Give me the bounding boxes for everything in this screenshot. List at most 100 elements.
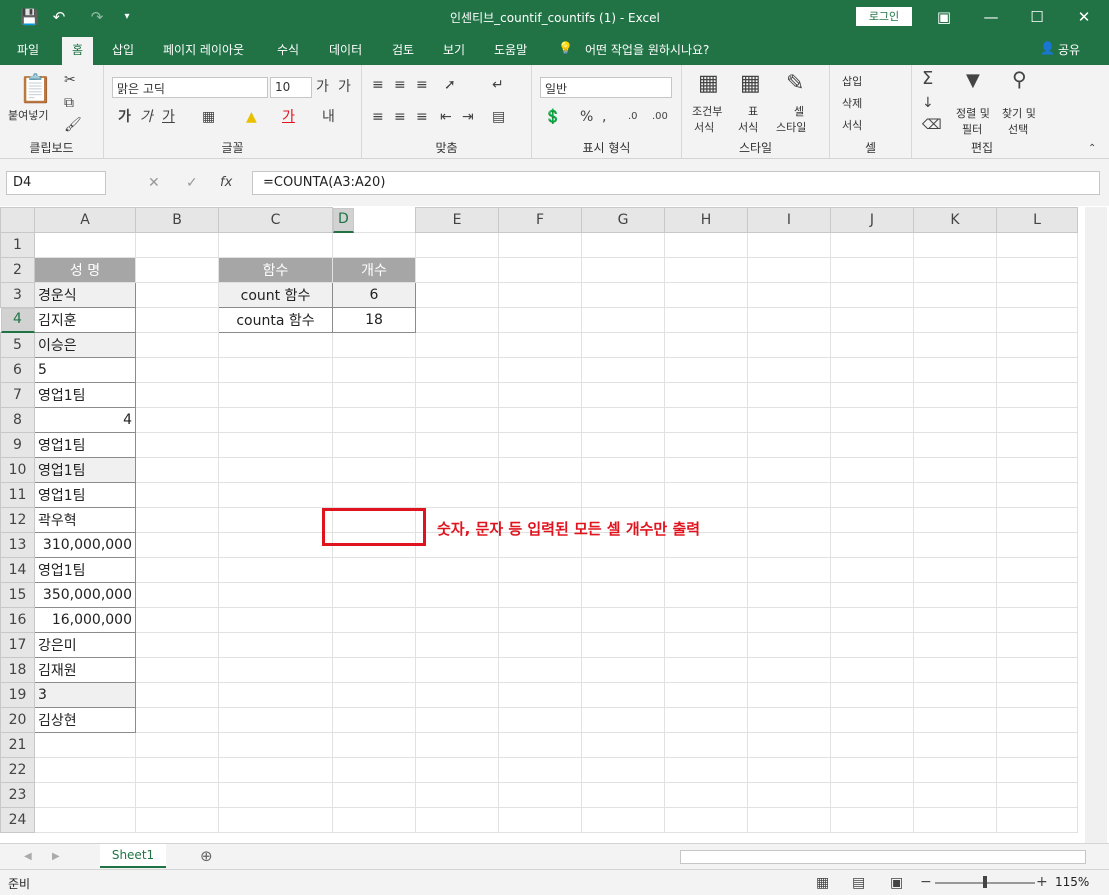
- row-header[interactable]: 16: [0, 607, 35, 633]
- cancel-icon[interactable]: ✕: [148, 175, 160, 191]
- cell[interactable]: [747, 282, 831, 308]
- cell[interactable]: [996, 607, 1078, 633]
- cell[interactable]: [135, 382, 219, 408]
- conditional-format-icon[interactable]: ▦: [698, 71, 719, 97]
- row-header[interactable]: 11: [0, 482, 35, 508]
- row-header[interactable]: 7: [0, 382, 35, 408]
- cell[interactable]: [830, 707, 914, 733]
- cell[interactable]: [218, 482, 333, 508]
- scroll-left-icon[interactable]: ◀: [24, 849, 32, 865]
- cell[interactable]: [747, 357, 831, 383]
- cell[interactable]: [913, 582, 997, 608]
- cell[interactable]: [34, 232, 136, 258]
- cell[interactable]: [996, 382, 1078, 408]
- cell[interactable]: [498, 232, 582, 258]
- cell[interactable]: [664, 607, 748, 633]
- cell[interactable]: [135, 557, 219, 583]
- formula-input[interactable]: =COUNTA(A3:A20): [252, 171, 1100, 195]
- cell[interactable]: [996, 807, 1078, 833]
- cell[interactable]: [830, 382, 914, 408]
- cell[interactable]: [664, 657, 748, 683]
- cell[interactable]: [581, 457, 665, 483]
- cell[interactable]: [996, 507, 1078, 533]
- cell[interactable]: [415, 432, 499, 458]
- cell[interactable]: [664, 457, 748, 483]
- cell[interactable]: [664, 482, 748, 508]
- cell[interactable]: [218, 607, 333, 633]
- cell[interactable]: [218, 807, 333, 833]
- cell[interactable]: [135, 407, 219, 433]
- redo-icon[interactable]: ↷: [88, 8, 106, 26]
- cell[interactable]: [747, 632, 831, 658]
- cell[interactable]: [747, 432, 831, 458]
- cell[interactable]: 18: [332, 307, 416, 333]
- name-box[interactable]: D4: [6, 171, 106, 195]
- cell[interactable]: 4: [34, 407, 136, 433]
- currency-icon[interactable]: 💲: [544, 109, 561, 125]
- cell[interactable]: [415, 457, 499, 483]
- collapse-ribbon-icon[interactable]: ⌃: [1088, 141, 1096, 157]
- cell[interactable]: 3: [34, 682, 136, 708]
- row-header[interactable]: 24: [0, 807, 35, 833]
- cell[interactable]: [498, 757, 582, 783]
- find-select-icon[interactable]: ⚲: [1012, 69, 1027, 89]
- cell[interactable]: [581, 407, 665, 433]
- cell[interactable]: [664, 432, 748, 458]
- cell[interactable]: [135, 482, 219, 508]
- cell[interactable]: [218, 432, 333, 458]
- cell[interactable]: [913, 682, 997, 708]
- cell[interactable]: [218, 632, 333, 658]
- cell[interactable]: [747, 707, 831, 733]
- page-layout-view-icon[interactable]: ▤: [852, 875, 865, 891]
- conditional-format-line1[interactable]: 조건부: [692, 103, 722, 119]
- cell[interactable]: [664, 282, 748, 308]
- format-painter-icon[interactable]: 🖌: [64, 117, 82, 133]
- cell[interactable]: [996, 657, 1078, 683]
- cell[interactable]: count 함수: [218, 282, 333, 308]
- cell[interactable]: [135, 632, 219, 658]
- cell[interactable]: [415, 307, 499, 333]
- cell[interactable]: [913, 782, 997, 808]
- merge-center-icon[interactable]: ▤: [492, 109, 505, 125]
- cell[interactable]: [830, 507, 914, 533]
- cell[interactable]: [830, 557, 914, 583]
- cell[interactable]: [747, 582, 831, 608]
- cell[interactable]: [913, 557, 997, 583]
- cell[interactable]: [913, 607, 997, 633]
- cell[interactable]: [830, 332, 914, 358]
- cell[interactable]: [581, 707, 665, 733]
- row-header[interactable]: 4: [0, 308, 35, 333]
- close-icon[interactable]: ✕: [1075, 8, 1093, 26]
- cell[interactable]: [913, 307, 997, 333]
- cell[interactable]: [498, 382, 582, 408]
- cell[interactable]: [996, 557, 1078, 583]
- cell[interactable]: [747, 807, 831, 833]
- row-header[interactable]: 5: [0, 332, 35, 358]
- cell[interactable]: [830, 607, 914, 633]
- share-button[interactable]: 공유: [1058, 41, 1080, 58]
- cell[interactable]: [218, 407, 333, 433]
- cell[interactable]: [830, 782, 914, 808]
- save-icon[interactable]: 💾: [20, 8, 39, 26]
- cell[interactable]: [830, 657, 914, 683]
- cell[interactable]: [830, 582, 914, 608]
- cell[interactable]: [830, 232, 914, 258]
- increase-font-icon[interactable]: 가: [316, 79, 329, 95]
- cell[interactable]: [913, 357, 997, 383]
- cell[interactable]: [664, 257, 748, 283]
- cell-styles-icon[interactable]: ✎: [786, 71, 804, 97]
- cell[interactable]: [498, 607, 582, 633]
- cell[interactable]: [996, 282, 1078, 308]
- cell[interactable]: 개수: [332, 257, 416, 283]
- format-cells-button[interactable]: 서식: [842, 117, 862, 133]
- cell[interactable]: [581, 657, 665, 683]
- cell[interactable]: [581, 382, 665, 408]
- find-select-line2[interactable]: 선택: [1008, 121, 1028, 137]
- decrease-decimal-icon[interactable]: .00: [652, 109, 668, 125]
- zoom-slider-thumb[interactable]: [983, 876, 987, 888]
- cell[interactable]: [996, 582, 1078, 608]
- cell[interactable]: [747, 457, 831, 483]
- cell[interactable]: [913, 382, 997, 408]
- cell-styles-line2[interactable]: 스타일: [776, 119, 806, 135]
- cell[interactable]: [830, 357, 914, 383]
